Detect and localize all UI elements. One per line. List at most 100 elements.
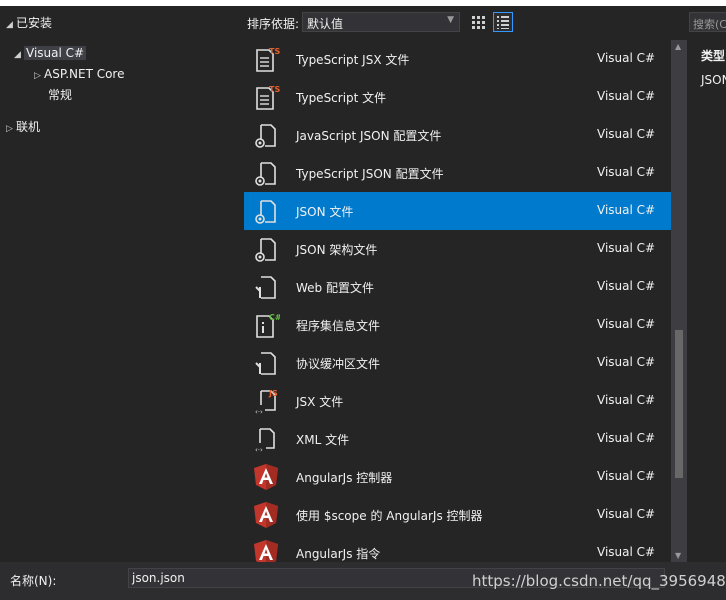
protobuf-file-icon — [252, 349, 280, 377]
expanded-triangle-icon: ◢ — [14, 50, 21, 60]
template-row[interactable]: 使用 $scope 的 AngularJs 控制器 Visual C# — [244, 496, 671, 534]
tree-item-installed-label: 已安装 — [16, 16, 53, 30]
tree-item-online[interactable]: ▷ 联机 — [6, 118, 40, 136]
template-category-tree: ◢ 已安装 ◢ Visual C# ▷ ASP.NET Core 常规 ▷ 联机 — [0, 6, 244, 562]
svg-text:‹·›: ‹·› — [255, 446, 263, 453]
template-row[interactable]: JSON 文件 Visual C# — [244, 192, 671, 230]
list-view-button[interactable] — [493, 12, 513, 32]
template-language: Visual C# — [597, 469, 656, 483]
collapsed-triangle-icon: ▷ — [6, 124, 13, 134]
chevron-down-icon: ▼ — [447, 15, 454, 25]
scroll-up-arrow-icon[interactable]: ▲ — [675, 42, 681, 51]
template-row[interactable]: JSON 架构文件 Visual C# — [244, 230, 671, 268]
typescript-file-icon: TS — [252, 45, 280, 73]
angular-icon — [252, 501, 280, 529]
name-bar: 名称(N): json.json https://blog.csdn.net/q… — [0, 562, 726, 600]
sort-dropdown[interactable]: 默认值 ▼ — [302, 12, 460, 32]
tree-item-online-label: 联机 — [16, 120, 41, 134]
template-language: Visual C# — [597, 203, 656, 217]
template-name: JSX 文件 — [296, 395, 344, 409]
angular-icon — [252, 539, 280, 562]
template-row[interactable]: TypeScript JSON 配置文件 Visual C# — [244, 154, 671, 192]
template-row[interactable]: AngularJs 控制器 Visual C# — [244, 458, 671, 496]
name-label: 名称(N): — [10, 574, 57, 588]
template-list-panel: 排序依据: 默认值 ▼ TS TypeScript JSX 文件 Visual … — [244, 6, 687, 562]
template-name: 使用 $scope 的 AngularJs 控制器 — [296, 509, 483, 523]
template-row[interactable]: TS TypeScript 文件 Visual C# — [244, 78, 671, 116]
xml-file-icon: ‹·› — [252, 425, 280, 454]
svg-text:TS: TS — [269, 85, 280, 94]
template-name: JavaScript JSON 配置文件 — [296, 129, 442, 143]
grid-view-icon — [472, 16, 485, 29]
watermark-text: https://blog.csdn.net/qq_39569480 — [472, 572, 726, 590]
template-language: Visual C# — [597, 127, 656, 141]
template-language: Visual C# — [597, 355, 656, 369]
svg-text:JS: JS — [268, 389, 278, 398]
svg-text:C#: C# — [269, 313, 280, 322]
template-language: Visual C# — [597, 51, 656, 65]
template-name: XML 文件 — [296, 433, 350, 447]
list-view-icon — [497, 16, 509, 29]
svg-text:‹·›: ‹·› — [255, 408, 263, 415]
search-placeholder: 搜索(C — [693, 18, 726, 31]
jsx-file-icon: ‹·› JS — [252, 387, 280, 416]
template-language: Visual C# — [597, 279, 656, 293]
template-name: 协议缓冲区文件 — [296, 357, 381, 371]
template-language: Visual C# — [597, 165, 656, 179]
template-name: JSON 架构文件 — [296, 243, 378, 257]
template-name: TypeScript JSON 配置文件 — [296, 167, 444, 181]
json-file-icon — [252, 159, 280, 187]
template-name: 程序集信息文件 — [296, 319, 381, 333]
template-name: JSON 文件 — [296, 205, 354, 219]
angular-icon — [252, 463, 280, 491]
template-row[interactable]: JavaScript JSON 配置文件 Visual C# — [244, 116, 671, 154]
template-row[interactable]: ‹·› JS JSX 文件 Visual C# — [244, 382, 671, 420]
template-row[interactable]: Web 配置文件 Visual C# — [244, 268, 671, 306]
tree-item-aspnet-core[interactable]: ▷ ASP.NET Core — [34, 65, 124, 83]
template-row[interactable]: TS TypeScript JSX 文件 Visual C# — [244, 40, 671, 78]
collapsed-triangle-icon: ▷ — [34, 71, 41, 81]
type-label: 类型 — [701, 49, 726, 63]
tree-item-visual-csharp[interactable]: ◢ Visual C# — [14, 44, 87, 62]
expanded-triangle-icon: ◢ — [6, 20, 13, 30]
template-language: Visual C# — [597, 317, 656, 331]
template-name: TypeScript JSX 文件 — [296, 53, 410, 67]
tree-item-common[interactable]: 常规 — [48, 86, 72, 104]
json-file-icon — [252, 235, 280, 263]
tree-item-visual-csharp-label: Visual C# — [24, 46, 87, 60]
list-toolbar: 排序依据: 默认值 ▼ — [244, 6, 671, 40]
template-language: Visual C# — [597, 507, 656, 521]
search-input[interactable]: 搜索(C — [689, 12, 726, 32]
template-row[interactable]: ‹·› XML 文件 Visual C# — [244, 420, 671, 458]
sort-dropdown-value: 默认值 — [307, 17, 344, 31]
tree-item-aspnet-core-label: ASP.NET Core — [44, 67, 125, 81]
template-name: TypeScript 文件 — [296, 91, 387, 105]
name-input-value: json.json — [132, 571, 185, 585]
details-panel: 搜索(C 类型 JSON — [687, 6, 726, 562]
template-language: Visual C# — [597, 393, 656, 407]
assembly-info-icon: C# — [252, 311, 282, 339]
json-file-icon — [252, 197, 280, 225]
grid-view-button[interactable] — [468, 12, 488, 32]
template-language: Visual C# — [597, 431, 656, 445]
typescript-file-icon: TS — [252, 83, 280, 111]
template-language: Visual C# — [597, 241, 656, 255]
template-name: AngularJs 指令 — [296, 547, 381, 561]
type-value: JSON — [701, 73, 726, 87]
template-name: AngularJs 控制器 — [296, 471, 393, 485]
template-language: Visual C# — [597, 89, 656, 103]
template-row[interactable]: 协议缓冲区文件 Visual C# — [244, 344, 671, 382]
scroll-down-arrow-icon[interactable]: ▼ — [675, 551, 681, 560]
template-row[interactable]: AngularJs 指令 Visual C# — [244, 534, 671, 562]
list-scrollbar[interactable]: ▲ ▼ — [671, 40, 687, 562]
template-list: TS TypeScript JSX 文件 Visual C# TS TypeScript… — [244, 40, 671, 562]
svg-text:TS: TS — [269, 47, 280, 56]
tree-item-common-label: 常规 — [48, 88, 73, 102]
json-file-icon — [252, 121, 280, 149]
tree-item-installed[interactable]: ◢ 已安装 — [6, 14, 52, 32]
scrollbar-thumb[interactable] — [675, 330, 683, 478]
template-name: Web 配置文件 — [296, 281, 374, 295]
template-language: Visual C# — [597, 545, 656, 559]
sort-label: 排序依据: — [247, 17, 300, 31]
template-row[interactable]: C# 程序集信息文件 Visual C# — [244, 306, 671, 344]
